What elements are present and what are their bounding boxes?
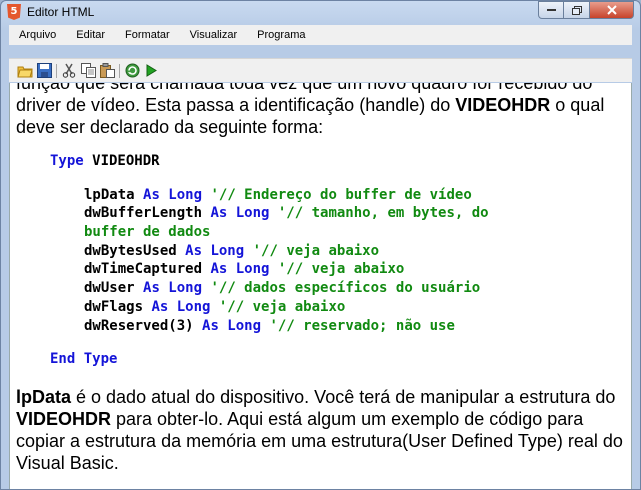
code-keyword: Type: [50, 153, 84, 169]
code-field-line: dwBytesUsed As Long '// veja abaixo: [16, 242, 626, 261]
title-bar[interactable]: 5 Editor HTML: [1, 1, 640, 23]
code-comment: '// veja abaixo: [244, 242, 380, 259]
menu-programa[interactable]: Programa: [247, 25, 315, 45]
refresh-icon[interactable]: [124, 63, 140, 79]
code-field-line: lpData As Long '// Endereço do buffer de…: [16, 186, 626, 205]
p2-bold-2: VIDEOHDR: [16, 408, 112, 429]
code-comment: '// dados específicos do usuário: [202, 280, 481, 297]
code-comment: buffer de dados: [84, 224, 211, 241]
code-field-line: buffer de dados: [16, 223, 626, 242]
code-end-type: End Type: [50, 351, 118, 368]
code-comment: '// tamanho, em bytes, do: [269, 205, 489, 222]
code-comment: '// reservado; não use: [261, 317, 455, 334]
document-view[interactable]: função que será chamada toda vez que um …: [9, 83, 632, 489]
code-field-line: dwFlags As Long '// veja abaixo: [16, 298, 626, 317]
code-field-name: dwBufferLength: [84, 205, 211, 222]
menu-editar[interactable]: Editar: [66, 25, 115, 45]
code-field-line: dwUser As Long '// dados específicos do …: [16, 279, 626, 298]
restore-icon: [571, 5, 582, 15]
paste-icon[interactable]: [99, 63, 115, 79]
editor-window: 5 Editor HTML Arquivo Editar Formatar Vi…: [0, 0, 641, 490]
cut-icon[interactable]: [61, 63, 77, 79]
copy-icon[interactable]: [80, 63, 96, 79]
html5-icon: 5: [7, 4, 21, 20]
code-type-line: Type VIDEOHDR: [16, 152, 626, 171]
code-keyword: As Long: [202, 317, 262, 334]
maximize-button[interactable]: [564, 1, 590, 19]
menu-arquivo[interactable]: Arquivo: [9, 25, 66, 45]
p2-text-1: é o dado atual do dispositivo. Você terá…: [71, 386, 616, 407]
code-keyword: As Long: [185, 242, 245, 259]
toolbar: [9, 58, 632, 82]
code-comment: '// Endereço do buffer de vídeo: [202, 186, 472, 203]
code-comment: '// veja abaixo: [269, 261, 405, 278]
code-field-name: dwUser: [84, 280, 144, 297]
code-keyword: As Long: [143, 280, 203, 297]
code-keyword: As Long: [143, 186, 203, 203]
minimize-button[interactable]: [538, 1, 564, 19]
menu-formatar[interactable]: Formatar: [115, 25, 180, 45]
code-field-name: dwTimeCaptured: [84, 261, 211, 278]
code-field-name: lpData: [84, 186, 144, 203]
paragraph-2: lpData é o dado atual do dispositivo. Vo…: [16, 386, 626, 474]
run-icon[interactable]: [143, 63, 159, 79]
menu-bar: Arquivo Editar Formatar Visualizar Progr…: [9, 25, 632, 45]
p2-bold-1: lpData: [16, 386, 72, 407]
code-type-name: VIDEOHDR: [83, 153, 160, 169]
code-keyword: As Long: [210, 205, 270, 222]
code-field-name: dwFlags: [84, 298, 152, 315]
code-field-line: dwTimeCaptured As Long '// veja abaixo: [16, 260, 626, 279]
toolbar-separator: [56, 63, 57, 78]
code-field-line: dwBufferLength As Long '// tamanho, em b…: [16, 204, 626, 223]
window-controls: [538, 1, 634, 20]
code-field-line: dwReserved(3) As Long '// reservado; não…: [16, 317, 626, 336]
toolbar-separator: [119, 63, 120, 78]
close-icon: [606, 5, 617, 15]
minimize-icon: [546, 8, 556, 11]
code-keyword: As Long: [151, 298, 211, 315]
intro-paragraph: função que será chamada toda vez que um …: [16, 83, 626, 138]
code-block: Type VIDEOHDR lpData As Long '// Endereç…: [16, 152, 626, 369]
window-title: Editor HTML: [27, 5, 95, 19]
open-folder-icon[interactable]: [17, 63, 33, 79]
document-body: função que será chamada toda vez que um …: [16, 83, 626, 474]
close-button[interactable]: [590, 1, 634, 19]
save-icon[interactable]: [36, 63, 52, 79]
intro-bold: VIDEOHDR: [455, 95, 551, 115]
code-keyword: As Long: [210, 261, 270, 278]
menu-visualizar[interactable]: Visualizar: [180, 25, 248, 45]
code-comment: '// veja abaixo: [210, 298, 346, 315]
code-field-name: dwReserved(3): [84, 317, 203, 334]
code-field-name: dwBytesUsed: [84, 242, 186, 259]
